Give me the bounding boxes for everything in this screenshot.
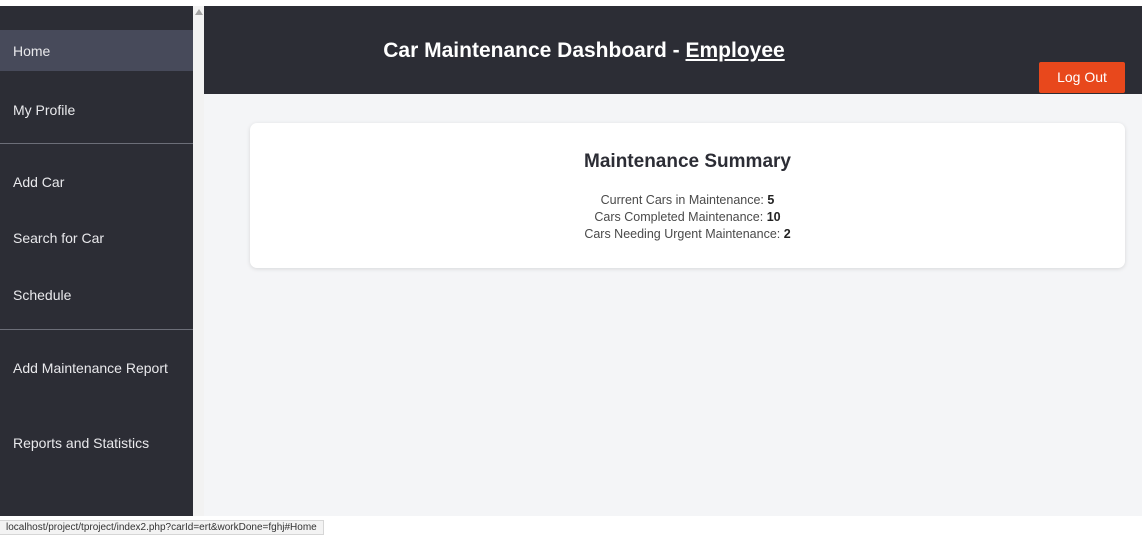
scroll-up-arrow-icon[interactable] [195, 9, 203, 15]
logout-button[interactable]: Log Out [1039, 62, 1125, 93]
stat-value: 2 [783, 227, 791, 241]
sidebar-item-add-maintenance-report[interactable]: Add Maintenance Report [0, 358, 170, 378]
stat-label: Current Cars in Maintenance: [600, 193, 768, 207]
sidebar: Home My Profile Add Car Search for Car S… [0, 6, 193, 516]
sidebar-item-search-for-car[interactable]: Search for Car [0, 228, 193, 248]
page-title: Car Maintenance Dashboard - Employee [204, 38, 964, 64]
summary-title: Maintenance Summary [584, 151, 791, 172]
sidebar-divider [0, 143, 193, 144]
sidebar-item-label: Reports and Statistics [13, 435, 150, 451]
sidebar-item-label: Home [13, 43, 51, 59]
summary-stat-urgent: Cars Needing Urgent Maintenance: 2 [250, 226, 1125, 242]
sidebar-item-schedule[interactable]: Schedule [0, 285, 193, 305]
sidebar-item-home[interactable]: Home [0, 30, 193, 71]
stat-label: Cars Completed Maintenance: [594, 210, 767, 224]
maintenance-summary-card: Maintenance Summary Current Cars in Main… [250, 123, 1125, 268]
sidebar-item-label: Add Maintenance Report [13, 360, 168, 376]
sidebar-divider [0, 329, 193, 330]
stat-label: Cars Needing Urgent Maintenance: [584, 227, 784, 241]
sidebar-item-label: Schedule [13, 287, 72, 303]
sidebar-scrollbar[interactable] [193, 6, 204, 516]
page: Home My Profile Add Car Search for Car S… [0, 0, 1146, 535]
page-title-text: Car Maintenance Dashboard - [383, 39, 686, 62]
sidebar-item-label: My Profile [13, 102, 76, 118]
header: Car Maintenance Dashboard - Employee Log… [204, 6, 1142, 94]
sidebar-item-my-profile[interactable]: My Profile [0, 100, 193, 120]
summary-stat-current: Current Cars in Maintenance: 5 [250, 192, 1125, 208]
stat-value: 5 [767, 193, 775, 207]
sidebar-item-label: Add Car [13, 174, 65, 190]
summary-stat-completed: Cars Completed Maintenance: 10 [250, 209, 1125, 225]
stat-value: 10 [766, 210, 781, 224]
sidebar-item-label: Search for Car [13, 230, 105, 246]
status-bar-url: localhost/project/tproject/index2.php?ca… [0, 520, 324, 535]
sidebar-item-add-car[interactable]: Add Car [0, 172, 193, 192]
role-link[interactable]: Employee [686, 39, 785, 62]
main-content: Maintenance Summary Current Cars in Main… [204, 94, 1142, 516]
sidebar-item-reports-and-statistics[interactable]: Reports and Statistics [0, 433, 193, 453]
